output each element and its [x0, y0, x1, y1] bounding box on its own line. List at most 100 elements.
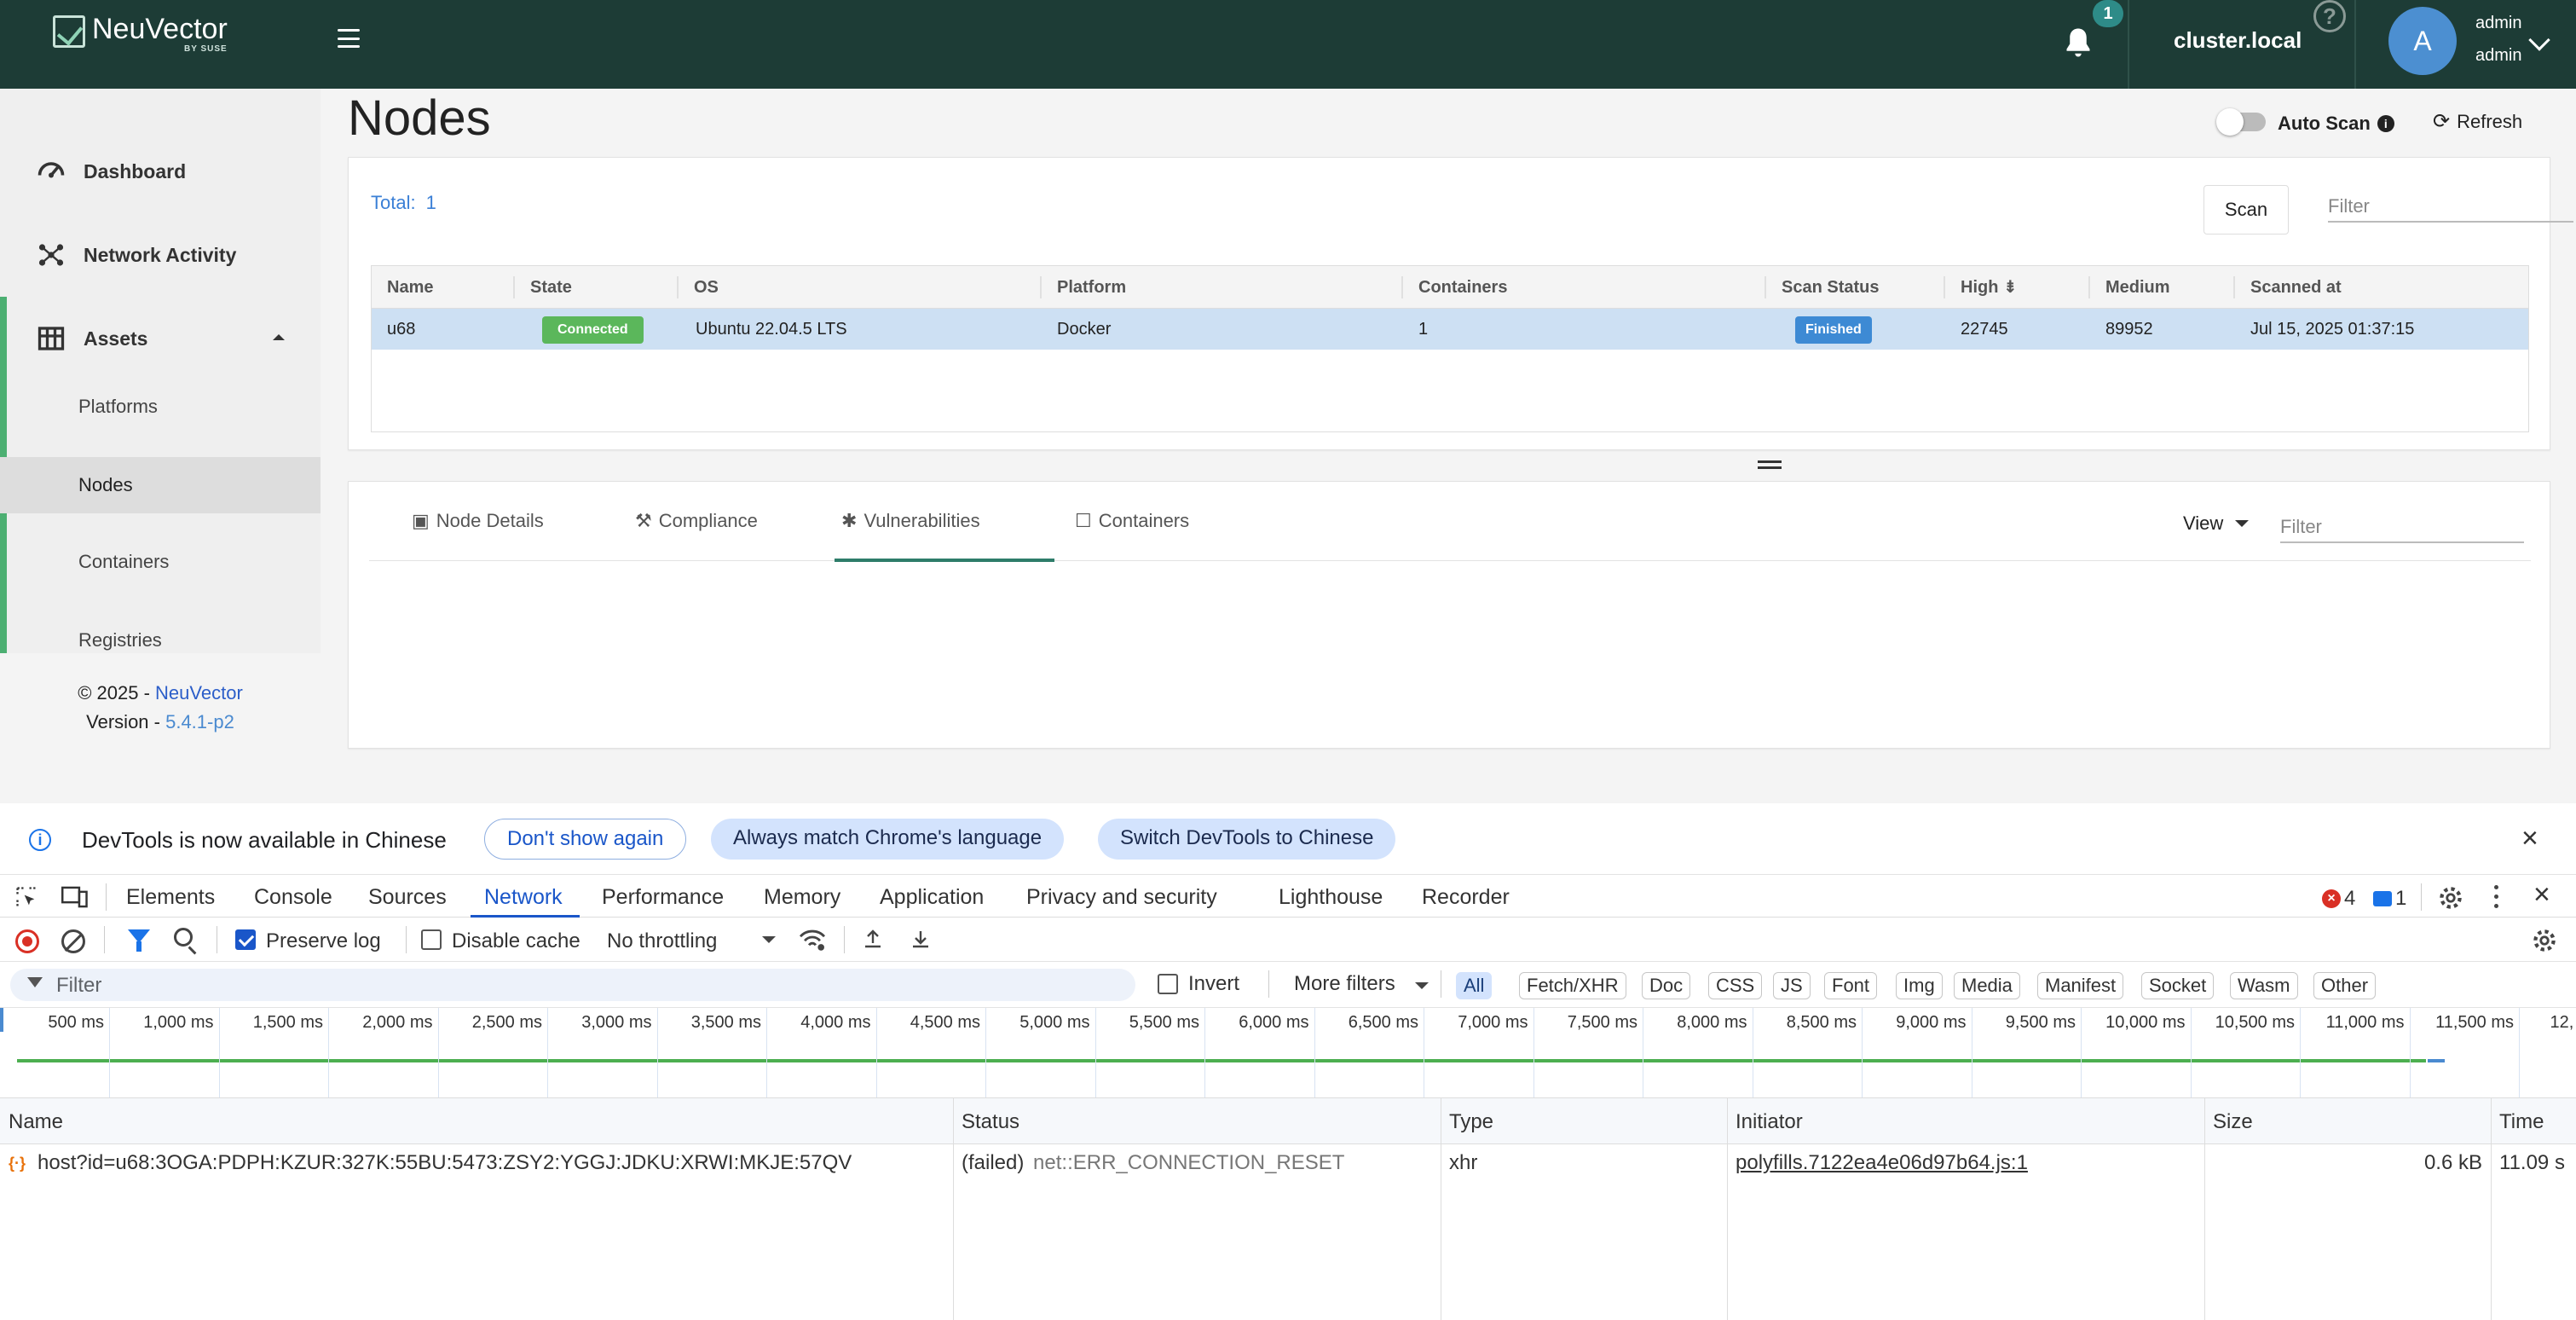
dashboard-gauge-icon [38, 162, 65, 178]
filter-chip-manifest[interactable]: Manifest [2037, 972, 2124, 999]
col-medium[interactable]: Medium [2088, 276, 2170, 298]
sidebar-subitem-nodes[interactable]: Nodes [0, 457, 321, 513]
sidebar-subitem-platforms[interactable]: Platforms [0, 379, 321, 435]
sort-icon[interactable]: ⇟ [2003, 278, 2018, 297]
nodes-filter-input[interactable] [2328, 192, 2573, 223]
sidebar-item-network-activity[interactable]: Network Activity [0, 217, 321, 293]
tab-console[interactable]: Console [254, 885, 332, 910]
user-avatar[interactable]: A [2388, 7, 2457, 75]
tab-network[interactable]: Network [484, 885, 563, 910]
filter-chip-fetch-xhr[interactable]: Fetch/XHR [1519, 972, 1626, 999]
col-size[interactable]: Size [2213, 1110, 2253, 1134]
pane-resize-handle[interactable] [1758, 460, 1782, 469]
search-icon[interactable] [174, 928, 193, 947]
more-options-icon[interactable] [2494, 883, 2499, 909]
neuvector-logo[interactable]: NeuVector BY SUSE [53, 13, 228, 54]
import-har-icon[interactable] [863, 928, 883, 950]
collapse-caret-icon[interactable] [273, 334, 285, 340]
invert-label: Invert [1188, 972, 1240, 995]
col-scan-status[interactable]: Scan Status [1765, 276, 1879, 298]
version-link[interactable]: 5.4.1-p2 [165, 711, 234, 732]
col-high[interactable]: High ⇟ [1944, 276, 2018, 298]
filter-chip-all[interactable]: All [1456, 972, 1493, 999]
preserve-log-checkbox[interactable] [235, 929, 256, 950]
invert-checkbox[interactable] [1158, 974, 1178, 994]
col-state[interactable]: State [513, 276, 572, 298]
dont-show-again-button[interactable]: Don't show again [484, 819, 687, 860]
help-icon[interactable]: ? [2313, 0, 2346, 32]
request-initiator-link[interactable]: polyfills.7122ea4e06d97b64.js:1 [1736, 1151, 2028, 1175]
tab-lighthouse[interactable]: Lighthouse [1279, 885, 1383, 910]
device-toolbar-icon[interactable] [61, 885, 89, 909]
tab-node-details[interactable]: ▣ Node Details [412, 482, 544, 560]
filter-chip-css[interactable]: CSS [1708, 972, 1763, 999]
close-devtools-icon[interactable]: × [2533, 878, 2550, 912]
col-status[interactable]: Status [962, 1110, 1019, 1134]
view-dropdown[interactable]: View [2183, 512, 2250, 535]
col-name[interactable]: Name [9, 1110, 63, 1134]
tab-memory[interactable]: Memory [764, 885, 840, 910]
switch-to-chinese-button[interactable]: Switch DevTools to Chinese [1098, 819, 1396, 860]
filter-chip-other[interactable]: Other [2313, 972, 2377, 999]
tab-sources[interactable]: Sources [368, 885, 447, 910]
table-row[interactable]: u68 Connected Ubuntu 22.04.5 LTS Docker … [372, 309, 2528, 350]
tab-performance[interactable]: Performance [602, 885, 724, 910]
filter-chip-wasm[interactable]: Wasm [2230, 972, 2298, 999]
tab-elements[interactable]: Elements [126, 885, 215, 910]
tab-application[interactable]: Application [880, 885, 984, 910]
network-conditions-icon[interactable] [798, 928, 827, 952]
col-name[interactable]: Name [372, 266, 433, 309]
export-har-icon[interactable] [910, 928, 931, 950]
col-initiator[interactable]: Initiator [1736, 1110, 1803, 1134]
close-icon[interactable]: × [2521, 822, 2538, 855]
filter-chip-media[interactable]: Media [1954, 972, 2020, 999]
info-icon[interactable]: i [2377, 115, 2394, 132]
filter-chip-doc[interactable]: Doc [1642, 972, 1691, 999]
table-row[interactable]: {·} host?id=u68:3OGA:PDPH:KZUR:327K:55BU… [0, 1144, 2576, 1182]
tab-compliance[interactable]: ⚒ Compliance [635, 482, 758, 560]
user-menu-chevron-icon[interactable] [2528, 29, 2550, 51]
col-containers[interactable]: Containers [1401, 276, 1507, 298]
record-icon[interactable] [15, 929, 39, 953]
filter-chip-socket[interactable]: Socket [2141, 972, 2215, 999]
sidebar-item-assets[interactable]: Assets [0, 300, 321, 377]
auto-scan-toggle[interactable] [2216, 108, 2266, 136]
error-count-badge[interactable]: × 4 [2322, 887, 2355, 911]
details-filter-input[interactable] [2280, 512, 2524, 543]
cluster-selector[interactable]: cluster.local [2174, 27, 2302, 54]
inspect-element-icon[interactable] [14, 885, 39, 909]
col-os[interactable]: OS [677, 276, 719, 298]
disable-cache-checkbox[interactable] [421, 929, 442, 950]
network-timeline-overview[interactable]: 500 ms 1,000 ms 1,500 ms 2,000 ms 2,500 ms 3,… [0, 1008, 2576, 1098]
refresh-button[interactable]: ⟳ Refresh [2433, 109, 2522, 134]
more-filters-dropdown[interactable]: More filters [1294, 972, 1395, 996]
neuvector-link[interactable]: NeuVector [155, 682, 243, 703]
col-platform[interactable]: Platform [1040, 276, 1126, 298]
scan-button[interactable]: Scan [2203, 185, 2289, 234]
filter-funnel-icon[interactable] [128, 929, 150, 952]
clear-icon[interactable] [61, 929, 85, 953]
tab-recorder[interactable]: Recorder [1422, 885, 1510, 910]
throttling-select[interactable]: No throttling [607, 929, 717, 953]
tabs-divider [369, 560, 2531, 561]
filter-chip-js[interactable]: JS [1773, 972, 1811, 999]
col-type[interactable]: Type [1449, 1110, 1493, 1134]
col-time[interactable]: Time [2499, 1110, 2544, 1134]
settings-gear-icon[interactable] [2436, 883, 2465, 912]
filter-chip-img[interactable]: Img [1896, 972, 1943, 999]
menu-toggle-icon[interactable] [338, 29, 360, 48]
sidebar-item-dashboard[interactable]: Dashboard [0, 133, 321, 210]
always-match-language-button[interactable]: Always match Chrome's language [711, 819, 1065, 860]
tab-vulnerabilities[interactable]: ✱ Vulnerabilities [841, 482, 980, 560]
col-scanned-at[interactable]: Scanned at [2233, 276, 2342, 298]
network-filter-input[interactable]: Filter [10, 969, 1135, 1001]
logo-text: NeuVector [92, 13, 228, 45]
tab-containers[interactable]: ☐ Containers [1075, 482, 1189, 560]
filter-chip-font[interactable]: Font [1824, 972, 1878, 999]
tab-privacy-security[interactable]: Privacy and security [1026, 885, 1217, 910]
sidebar-subitem-containers[interactable]: Containers [0, 534, 321, 590]
message-count-badge[interactable]: 1 [2373, 887, 2406, 911]
notifications-bell-icon[interactable] [2063, 26, 2094, 60]
network-settings-gear-icon[interactable] [2530, 926, 2559, 955]
timeline-tick-label: 11,000 ms [2325, 1013, 2405, 1032]
